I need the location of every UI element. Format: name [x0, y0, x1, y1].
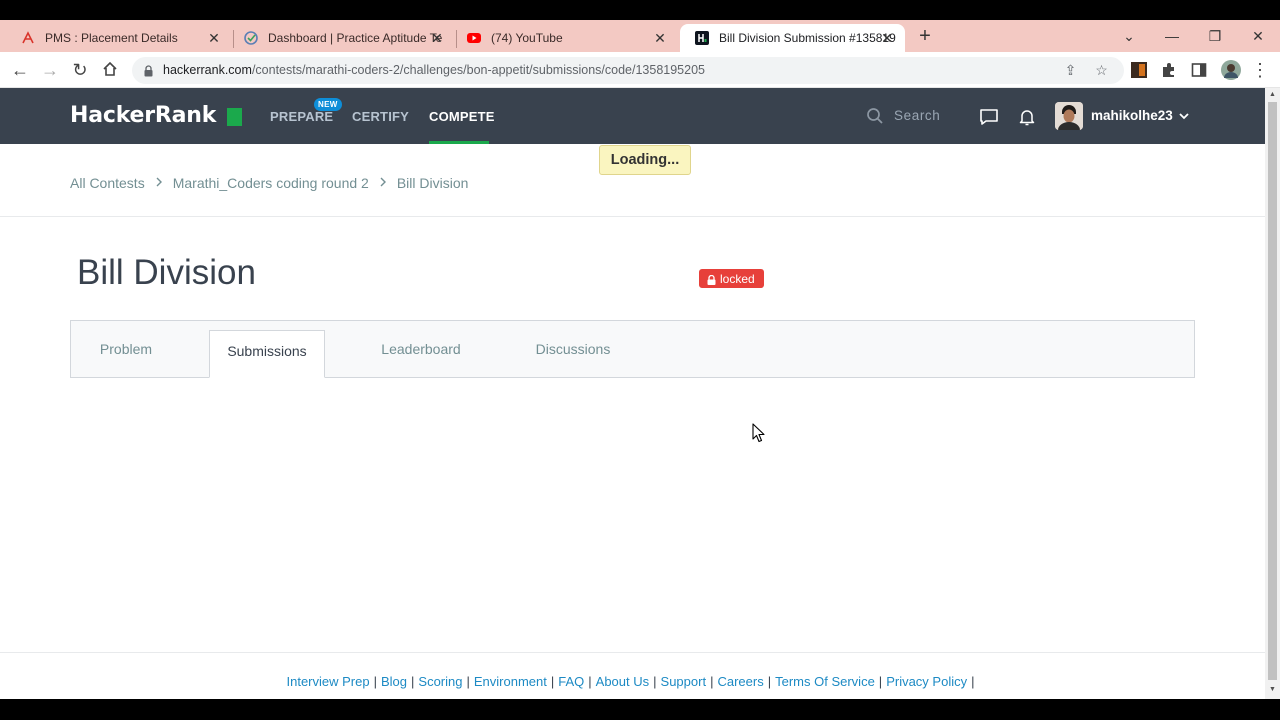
status-badge-label: locked [720, 271, 755, 286]
footer-link-blog[interactable]: Blog [381, 674, 407, 689]
reload-icon[interactable]: ↻ [70, 60, 90, 80]
tab-problem[interactable]: Problem [71, 321, 181, 378]
share-icon[interactable]: ⇪ [1062, 62, 1079, 79]
footer-link-environment[interactable]: Environment [474, 674, 547, 689]
back-arrow-icon[interactable]: ← [10, 60, 30, 80]
footer-link-scoring[interactable]: Scoring [418, 674, 462, 689]
browser-toolbar: ← → ↻ hackerrank.com/contests/marathi-co… [0, 52, 1280, 88]
puzzle-extensions-icon[interactable] [1161, 62, 1177, 78]
footer-link-privacy[interactable]: Privacy Policy [886, 674, 967, 689]
tab-strip: PMS : Placement Details ✕ Dashboard | Pr… [0, 20, 1280, 52]
close-tab-icon[interactable]: ✕ [652, 30, 668, 46]
extension-icon[interactable] [1131, 62, 1147, 78]
tab-search-chevron-icon[interactable]: ⌄ [1117, 24, 1141, 48]
footer-link-support[interactable]: Support [661, 674, 707, 689]
address-bar[interactable]: hackerrank.com/contests/marathi-coders-2… [132, 57, 1124, 84]
search-input[interactable] [894, 108, 974, 123]
side-panel-icon[interactable] [1191, 62, 1207, 78]
tab-title: Bill Division Submission #135819 [719, 31, 896, 45]
browser-tab-youtube[interactable]: (74) YouTube ✕ [452, 24, 678, 52]
nav-certify[interactable]: CERTIFY [352, 109, 409, 124]
breadcrumb: All Contests Marathi_Coders coding round… [70, 175, 468, 191]
tab-leaderboard[interactable]: Leaderboard [365, 321, 477, 378]
footer-link-interview-prep[interactable]: Interview Prep [287, 674, 370, 689]
profile-avatar-icon[interactable] [1221, 60, 1241, 80]
new-badge: NEW [314, 98, 342, 111]
close-tab-icon[interactable]: ✕ [879, 30, 895, 46]
new-tab-button[interactable]: + [915, 26, 935, 46]
status-badge: locked [699, 269, 764, 288]
logo-green-block [227, 108, 242, 126]
scroll-up-arrow-icon[interactable]: ▲ [1268, 91, 1277, 99]
close-window-icon[interactable]: ✕ [1246, 24, 1270, 48]
divider [0, 216, 1265, 217]
breadcrumb-challenge[interactable]: Bill Division [397, 175, 469, 191]
browser-tab-dashboard[interactable]: Dashboard | Practice Aptitude Te ✕ [229, 24, 455, 52]
url-text[interactable]: hackerrank.com/contests/marathi-coders-2… [163, 63, 705, 77]
nav-compete[interactable]: COMPETE [429, 109, 495, 124]
footer-link-about-us[interactable]: About Us [596, 674, 649, 689]
lock-icon [144, 64, 153, 77]
chevron-down-icon[interactable] [1178, 109, 1190, 121]
browser-menu-icon[interactable]: ⋮ [1250, 60, 1270, 80]
close-tab-icon[interactable]: ✕ [429, 30, 445, 46]
active-nav-underline [429, 141, 489, 144]
tab-discussions[interactable]: Discussions [521, 321, 625, 378]
challenge-tabs: Problem Submissions Leaderboard Discussi… [70, 320, 1195, 378]
close-tab-icon[interactable]: ✕ [206, 30, 222, 46]
page-title: Bill Division [77, 253, 256, 292]
hackerrank-navbar: HackerRank PREPARE NEW CERTIFY COMPETE S… [0, 88, 1265, 144]
footer-links: Interview Prep | Blog | Scoring | Environment |… [286, 674, 975, 689]
search-icon[interactable] [866, 107, 884, 125]
hackerrank-logo[interactable]: HackerRank [70, 103, 216, 128]
lock-icon [707, 274, 716, 285]
tab-title: Dashboard | Practice Aptitude Te [268, 31, 443, 45]
scrollbar-thumb[interactable] [1268, 102, 1277, 680]
youtube-icon [466, 30, 482, 46]
messages-icon[interactable] [979, 107, 999, 127]
url-host: hackerrank.com [163, 63, 252, 77]
pms-icon [20, 30, 36, 46]
hackerrank-icon [694, 30, 710, 46]
footer-link-faq[interactable]: FAQ [558, 674, 584, 689]
username[interactable]: mahikolhe23 [1091, 108, 1173, 123]
browser-tab-pms[interactable]: PMS : Placement Details ✕ [6, 24, 232, 52]
tab-title: PMS : Placement Details [45, 31, 178, 45]
loading-indicator: Loading... [599, 145, 691, 175]
tab-title: (74) YouTube [491, 31, 563, 45]
avatar[interactable] [1055, 102, 1083, 130]
page-content: HackerRank PREPARE NEW CERTIFY COMPETE S… [0, 88, 1265, 699]
tab-submissions[interactable]: Submissions [209, 330, 325, 378]
scroll-down-arrow-icon[interactable]: ▼ [1268, 686, 1277, 694]
bookmark-star-icon[interactable]: ☆ [1093, 62, 1110, 79]
minimize-icon[interactable]: — [1160, 24, 1184, 48]
browser-tab-bill-division[interactable]: Bill Division Submission #135819 ✕ [680, 24, 905, 52]
vertical-scrollbar[interactable]: ▲ ▼ [1265, 88, 1280, 699]
nav-prepare[interactable]: PREPARE [270, 109, 333, 124]
forward-arrow-icon[interactable]: → [40, 60, 60, 80]
breadcrumb-contest[interactable]: Marathi_Coders coding round 2 [173, 175, 369, 191]
footer-link-careers[interactable]: Careers [717, 674, 763, 689]
checkmark-circle-icon [243, 30, 259, 46]
notifications-bell-icon[interactable] [1017, 107, 1037, 127]
breadcrumb-all-contests[interactable]: All Contests [70, 175, 145, 191]
restore-icon[interactable]: ❐ [1203, 24, 1227, 48]
chevron-right-icon [155, 176, 163, 190]
divider [0, 652, 1265, 653]
browser-window: PMS : Placement Details ✕ Dashboard | Pr… [0, 0, 1280, 720]
mouse-cursor-icon [752, 423, 766, 443]
url-path: /contests/marathi-coders-2/challenges/bo… [251, 63, 705, 77]
chevron-right-icon [379, 176, 387, 190]
home-icon[interactable] [100, 60, 120, 80]
footer-link-terms[interactable]: Terms Of Service [775, 674, 875, 689]
